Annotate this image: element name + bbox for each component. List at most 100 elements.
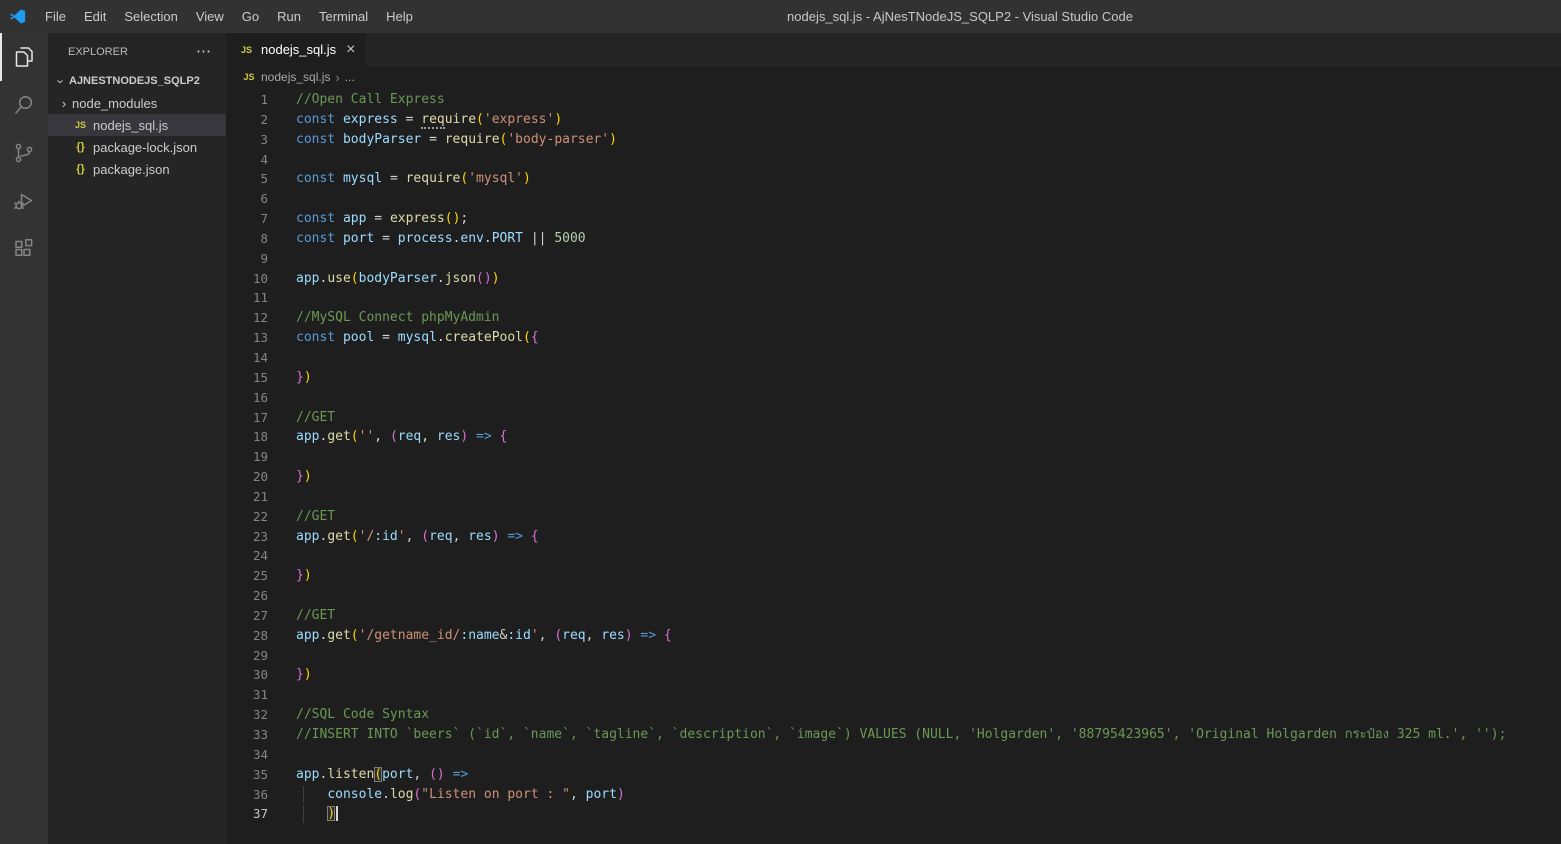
line-number: 36 [226,785,268,805]
breadcrumb-symbol[interactable]: ... [345,70,355,84]
code-line-29[interactable]: 29 [226,646,1561,666]
code-line-5[interactable]: 5 const mysql = require('mysql') [226,169,1561,189]
code-line-25[interactable]: 25}) [226,566,1561,586]
line-content[interactable]: //GET [296,606,335,626]
code-line-35[interactable]: 35app.listen(port, () => [226,765,1561,785]
line-number: 10 [226,269,268,289]
line-content[interactable]: //GET [296,408,335,428]
line-content[interactable]: app.get('/:id', (req, res) => { [296,527,539,547]
line-content[interactable]: }) [296,368,312,388]
line-content[interactable]: }) [296,665,312,685]
code-token [335,211,343,226]
code-line-4[interactable]: 4 [226,150,1561,170]
line-content[interactable]: }) [296,467,312,487]
code-line-3[interactable]: 3const bodyParser = require('body-parser… [226,130,1561,150]
code-line-33[interactable]: 33//INSERT INTO `beers` (`id`, `name`, `… [226,725,1561,745]
code-line-14[interactable]: 14 [226,348,1561,368]
code-line-28[interactable]: 28app.get('/getname_id/:name&:id', (req,… [226,626,1561,646]
line-content[interactable]: console.log("Listen on port : ", port) [296,785,625,805]
code-line-6[interactable]: 6 [226,189,1561,209]
code-line-21[interactable]: 21 [226,487,1561,507]
code-line-19[interactable]: 19 [226,447,1561,467]
code-line-36[interactable]: 36 console.log("Listen on port : ", port… [226,785,1561,805]
code-line-8[interactable]: 8const port = process.env.PORT || 5000 [226,229,1561,249]
line-content[interactable]: }) [296,566,312,586]
code-line-20[interactable]: 20}) [226,467,1561,487]
line-content[interactable]: ) [296,804,338,824]
code-line-15[interactable]: 15}) [226,368,1561,388]
code-line-2[interactable]: 2const express = require('express') [226,110,1561,130]
file-label: package.json [93,162,170,177]
menu-run[interactable]: Run [268,0,310,33]
menu-file[interactable]: File [36,0,75,33]
code-line-23[interactable]: 23app.get('/:id', (req, res) => { [226,527,1561,547]
code-line-17[interactable]: 17 //GET [226,408,1561,428]
code-token: { [500,429,508,444]
code-line-24[interactable]: 24 [226,546,1561,566]
debug-icon[interactable] [0,177,48,225]
menu-edit[interactable]: Edit [75,0,115,33]
file-nodejs_sql.js[interactable]: JSnodejs_sql.js [48,114,226,136]
code-line-30[interactable]: 30}) [226,665,1561,685]
code-line-11[interactable]: 11 [226,288,1561,308]
code-line-9[interactable]: 9 [226,249,1561,269]
line-content[interactable]: app.get('', (req, res) => { [296,427,507,447]
search-icon[interactable] [0,81,48,129]
code-line-34[interactable]: 34 [226,745,1561,765]
code-token: require [445,132,500,147]
line-content[interactable]: const express = require('express') [296,110,562,130]
line-content[interactable]: app.use(bodyParser.json()) [296,269,500,289]
menu-view[interactable]: View [187,0,233,33]
code-line-27[interactable]: 27//GET [226,606,1561,626]
file-package-lock.json[interactable]: {}package-lock.json [48,136,226,158]
line-content[interactable]: app.get('/getname_id/:name&:id', (req, r… [296,626,672,646]
tab-nodejs-sql-js[interactable]: JS nodejs_sql.js × [226,33,366,66]
line-content[interactable]: app.listen(port, () => [296,765,468,785]
line-content[interactable]: //Open Call Express [296,90,445,110]
code-line-12[interactable]: 12//MySQL Connect phpMyAdmin [226,308,1561,328]
folder-root-row[interactable]: › AJNESTNODEJS_SQLP2 [48,70,226,92]
file-package.json[interactable]: {}package.json [48,158,226,180]
more-actions-icon[interactable]: ⋯ [196,47,212,57]
line-content[interactable]: //GET [296,507,335,527]
source-control-icon[interactable] [0,129,48,177]
line-content[interactable]: const pool = mysql.createPool({ [296,328,539,348]
code-line-31[interactable]: 31 [226,685,1561,705]
code-token: app [296,429,319,444]
code-token: 'express' [484,112,554,127]
close-tab-icon[interactable]: × [346,43,355,57]
code-line-22[interactable]: 22//GET [226,507,1561,527]
line-content[interactable]: const port = process.env.PORT || 5000 [296,229,586,249]
breadcrumb-file[interactable]: nodejs_sql.js [261,70,330,84]
menu-go[interactable]: Go [233,0,268,33]
extensions-icon[interactable] [0,225,48,273]
line-content[interactable]: const bodyParser = require('body-parser'… [296,130,617,150]
code-line-32[interactable]: 32//SQL Code Syntax [226,705,1561,725]
line-number: 11 [226,288,268,308]
code-line-1[interactable]: 1//Open Call Express [226,90,1561,110]
line-content[interactable]: const app = express(); [296,209,468,229]
code-line-13[interactable]: 13const pool = mysql.createPool({ [226,328,1561,348]
code-editor[interactable]: 1//Open Call Express2const express = req… [226,88,1561,844]
code-line-37[interactable]: 37 ) [226,804,1561,824]
line-content[interactable]: //INSERT INTO `beers` (`id`, `name`, `ta… [296,725,1506,745]
menu-help[interactable]: Help [377,0,422,33]
code-line-16[interactable]: 16 [226,388,1561,408]
line-number: 5 [226,169,268,189]
code-token [296,787,327,802]
code-line-7[interactable]: 7const app = express(); [226,209,1561,229]
code-token: use [327,271,350,286]
line-number: 17 [226,408,268,428]
code-token: app [296,628,319,643]
code-line-18[interactable]: 18app.get('', (req, res) => { [226,427,1561,447]
line-content[interactable]: //MySQL Connect phpMyAdmin [296,308,500,328]
folder-node_modules[interactable]: ›node_modules [48,92,226,114]
files-icon[interactable] [0,33,48,81]
line-content[interactable]: const mysql = require('mysql') [296,169,531,189]
code-line-10[interactable]: 10 app.use(bodyParser.json()) [226,269,1561,289]
menu-selection[interactable]: Selection [115,0,186,33]
menu-terminal[interactable]: Terminal [310,0,377,33]
code-line-26[interactable]: 26 [226,586,1561,606]
json-file-icon: {} [72,141,89,153]
line-content[interactable]: //SQL Code Syntax [296,705,429,725]
